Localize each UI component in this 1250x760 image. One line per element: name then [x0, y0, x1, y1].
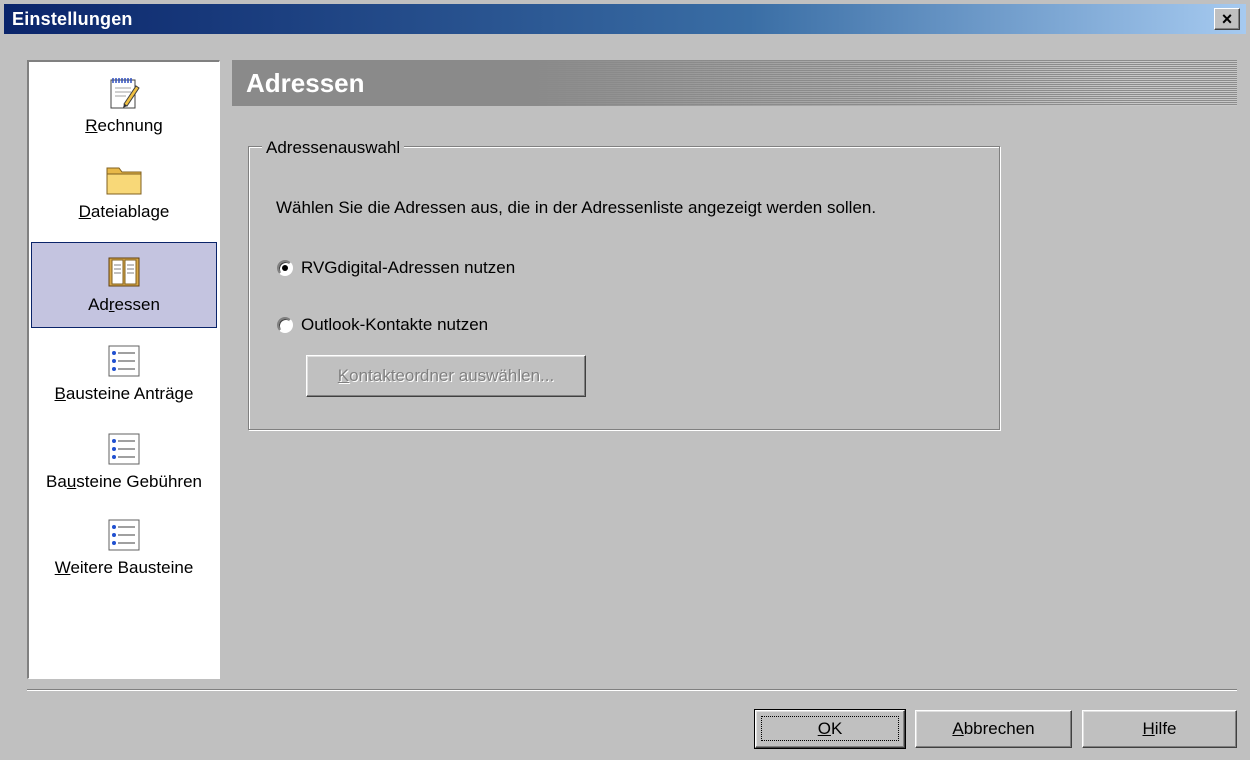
- ok-button[interactable]: OK: [754, 709, 906, 749]
- radio-dot: [282, 265, 288, 271]
- radio-outlook-contacts[interactable]: Outlook-Kontakte nutzen: [277, 315, 488, 335]
- document-list-icon: [108, 345, 140, 377]
- select-contacts-folder-button[interactable]: Kontakteordner auswählen...: [306, 355, 586, 397]
- help-button[interactable]: Hilfe: [1082, 710, 1237, 748]
- section-title: Adressen: [246, 68, 365, 98]
- window-title: Einstellungen: [12, 8, 133, 29]
- sidebar-item-bausteine-antraege[interactable]: Bausteine Anträge: [31, 344, 217, 424]
- group-legend: Adressenauswahl: [262, 138, 405, 158]
- radio-button-checked[interactable]: [277, 260, 293, 276]
- radio-button-unchecked[interactable]: [277, 317, 293, 333]
- cancel-button[interactable]: Abbrechen: [915, 710, 1072, 748]
- document-list-icon: [108, 519, 140, 551]
- sidebar-item-dateiablage[interactable]: Dateiablage: [31, 162, 217, 242]
- document-list-icon: [108, 433, 140, 465]
- folder-icon: [106, 167, 142, 195]
- sidebar-item-adressen[interactable]: Adressen: [31, 242, 217, 328]
- close-button[interactable]: ×: [1214, 8, 1240, 30]
- title-bar[interactable]: Einstellungen ×: [4, 4, 1246, 34]
- group-description: Wählen Sie die Adressen aus, die in der …: [276, 198, 877, 217]
- radio-label: RVGdigital-Adressen nutzen: [301, 258, 516, 277]
- footer-separator: [27, 689, 1237, 691]
- sidebar-item-rechnung[interactable]: Rechnung: [31, 74, 217, 154]
- close-icon: ×: [1221, 9, 1233, 29]
- radio-label: Outlook-Kontakte nutzen: [301, 315, 489, 334]
- settings-category-list: Rechnung Dateiablage Adressen Bausteine …: [27, 60, 220, 679]
- radio-rvgdigital-addresses[interactable]: RVGdigital-Adressen nutzen: [277, 258, 515, 278]
- address-book-icon: [108, 257, 140, 287]
- section-header: Adressen: [232, 60, 1237, 106]
- notepad-pencil-icon: [110, 78, 140, 109]
- sidebar-item-weitere-bausteine[interactable]: Weitere Bausteine: [31, 518, 217, 598]
- settings-dialog: Einstellungen × Rechnung Dateiablage Adr…: [0, 0, 1250, 760]
- sidebar-item-bausteine-gebuehren[interactable]: Bausteine Gebühren: [31, 432, 217, 512]
